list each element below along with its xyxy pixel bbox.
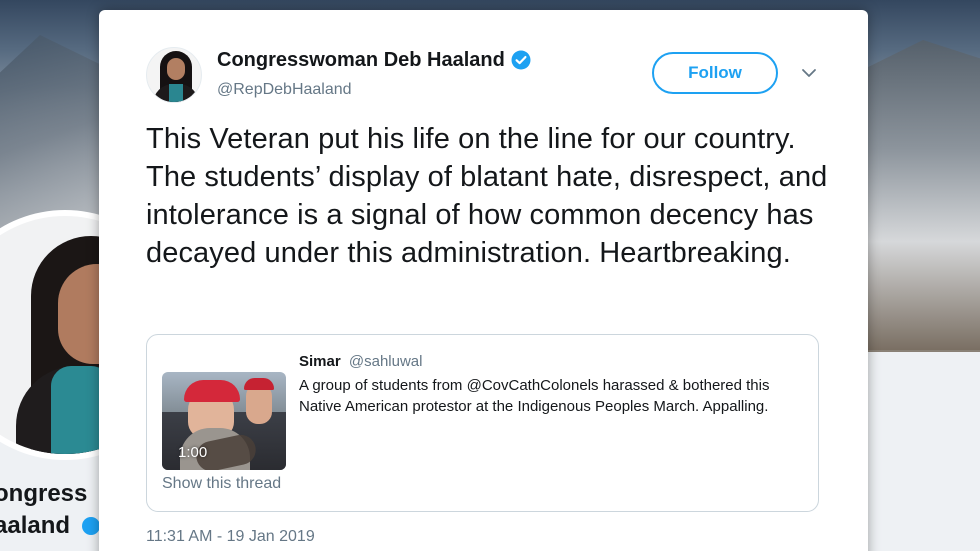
quoted-video-thumbnail[interactable]: 1:00 [162,372,286,470]
author-handle[interactable]: @RepDebHaaland [217,80,352,100]
tweet-timestamp[interactable]: 11:31 AM - 19 Jan 2019 [146,528,315,546]
profile-name-line-1: ongress [0,480,88,507]
tweet-author[interactable]: Congresswoman Deb Haaland [217,48,531,72]
header-mountain-right [860,40,980,350]
quoted-author-handle: @sahluwal [348,353,423,370]
quoted-author-name: Simar [299,353,341,370]
tweet-text: This Veteran put his life on the line fo… [146,123,828,269]
chevron-down-icon[interactable] [800,66,818,80]
video-duration: 1:00 [178,444,208,461]
follow-button[interactable]: Follow [652,52,778,94]
quoted-tweet[interactable]: 1:00 Show this thread Simar @sahluwal A … [146,334,819,512]
profile-verified-icon [82,517,100,535]
tweet-avatar[interactable] [146,47,202,103]
quoted-tweet-text: A group of students from @CovCathColonel… [299,377,770,415]
author-display-name[interactable]: Congresswoman Deb Haaland [217,48,505,72]
quoted-author: Simar @sahluwal [299,352,422,372]
verified-badge-icon [511,50,531,70]
tweet-card: Congresswoman Deb Haaland @RepDebHaaland… [99,10,868,551]
show-thread-link[interactable]: Show this thread [162,475,281,493]
